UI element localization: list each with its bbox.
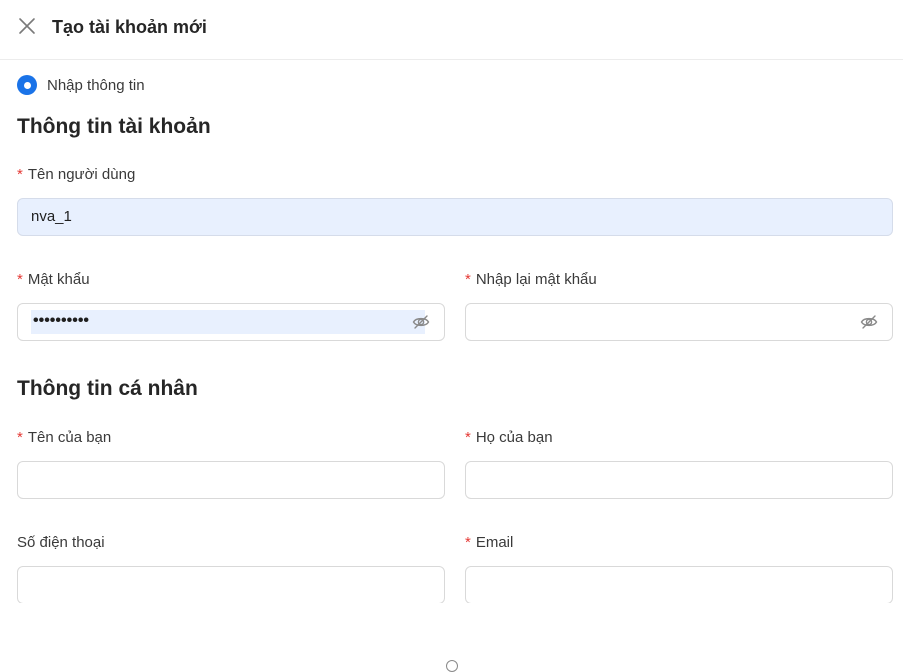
step-indicator: Nhập thông tin bbox=[17, 74, 145, 96]
username-label: * Tên người dùng bbox=[17, 166, 136, 183]
email-input[interactable] bbox=[465, 566, 893, 604]
drawer-header: Tạo tài khoản mới bbox=[0, 0, 903, 60]
password-input[interactable]: •••••••••• bbox=[17, 303, 445, 341]
password-masked-value: •••••••••• bbox=[33, 312, 90, 329]
account-section-title: Thông tin tài khoản bbox=[17, 115, 211, 138]
eye-off-icon[interactable] bbox=[412, 314, 430, 330]
email-label: * Email bbox=[465, 534, 514, 551]
required-mark: * bbox=[17, 166, 23, 183]
required-mark: * bbox=[465, 271, 471, 288]
confirm-password-input[interactable] bbox=[465, 303, 893, 341]
first-name-label: * Tên của bạn bbox=[17, 429, 112, 446]
username-input[interactable]: nva_1 bbox=[17, 198, 893, 236]
first-name-input[interactable] bbox=[17, 461, 445, 499]
required-mark: * bbox=[465, 534, 471, 551]
required-mark: * bbox=[17, 271, 23, 288]
autofill-highlight bbox=[31, 310, 425, 334]
page-title: Tạo tài khoản mới bbox=[52, 17, 207, 37]
step-label: Nhập thông tin bbox=[47, 76, 145, 94]
loading-indicator-icon bbox=[446, 660, 458, 672]
required-mark: * bbox=[17, 429, 23, 446]
password-label: * Mật khẩu bbox=[17, 271, 90, 288]
phone-input[interactable] bbox=[17, 566, 445, 604]
close-icon[interactable] bbox=[17, 16, 37, 36]
personal-section-title: Thông tin cá nhân bbox=[17, 377, 198, 400]
required-mark: * bbox=[465, 429, 471, 446]
confirm-password-label: * Nhập lại mật khẩu bbox=[465, 271, 597, 288]
last-name-input[interactable] bbox=[465, 461, 893, 499]
eye-off-icon[interactable] bbox=[860, 314, 878, 330]
phone-label: Số điện thoại bbox=[17, 534, 105, 551]
username-value: nva_1 bbox=[31, 208, 72, 225]
last-name-label: * Họ của bạn bbox=[465, 429, 553, 446]
step-active-icon bbox=[17, 75, 37, 95]
